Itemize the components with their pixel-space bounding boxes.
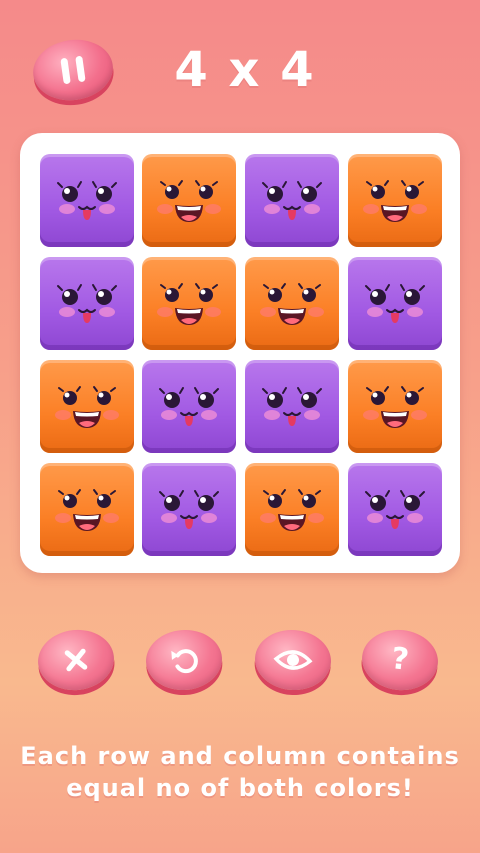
tile-purple-r3-c2[interactable] — [142, 360, 236, 453]
undo-button[interactable] — [143, 627, 225, 693]
tile-orange-r2-c2[interactable] — [142, 257, 236, 350]
smile-face-icon — [55, 489, 119, 531]
reveal-button[interactable] — [252, 627, 334, 693]
tile-purple-r4-c2[interactable] — [142, 463, 236, 556]
tile-orange-r4-c3[interactable] — [245, 463, 339, 556]
tile-purple-r2-c1[interactable] — [40, 257, 134, 350]
tongue-face-icon — [365, 284, 425, 323]
game-board — [20, 133, 460, 573]
help-button[interactable]: ? — [359, 626, 441, 694]
tongue-face-icon — [262, 181, 322, 220]
tile-purple-r4-c4[interactable] — [348, 463, 442, 556]
close-icon — [64, 648, 88, 672]
smile-face-icon — [363, 386, 427, 428]
level-title: 4 x 4 — [174, 42, 316, 98]
tongue-face-icon — [57, 181, 117, 220]
tile-purple-r2-c4[interactable] — [348, 257, 442, 350]
smile-face-icon — [260, 283, 324, 325]
tile-orange-r4-c1[interactable] — [40, 463, 134, 556]
question-icon: ? — [389, 641, 411, 678]
tile-purple-r1-c1[interactable] — [40, 154, 134, 247]
smile-face-icon — [260, 489, 324, 531]
smile-face-icon — [55, 386, 119, 428]
tile-orange-r1-c4[interactable] — [348, 154, 442, 247]
tongue-face-icon — [262, 387, 322, 426]
smile-face-icon — [157, 180, 221, 222]
pause-icon — [60, 55, 86, 85]
clear-button[interactable] — [35, 626, 117, 694]
undo-icon — [171, 649, 198, 674]
tongue-face-icon — [159, 490, 219, 529]
hint-line-2: equal no of both colors! — [66, 774, 414, 802]
tile-orange-r1-c2[interactable] — [142, 154, 236, 247]
tongue-face-icon — [159, 387, 219, 426]
tile-purple-r3-c3[interactable] — [245, 360, 339, 453]
tile-orange-r2-c3[interactable] — [245, 257, 339, 350]
tile-orange-r3-c4[interactable] — [348, 360, 442, 453]
pause-button[interactable] — [29, 34, 117, 106]
tile-purple-r1-c3[interactable] — [245, 154, 339, 247]
eye-icon — [273, 650, 313, 670]
tongue-face-icon — [57, 284, 117, 323]
hint-line-1: Each row and column contains — [20, 742, 460, 770]
tile-orange-r3-c1[interactable] — [40, 360, 134, 453]
smile-face-icon — [157, 283, 221, 325]
hint-text: Each row and column contains equal no of… — [0, 740, 480, 804]
tongue-face-icon — [365, 490, 425, 529]
smile-face-icon — [363, 180, 427, 222]
